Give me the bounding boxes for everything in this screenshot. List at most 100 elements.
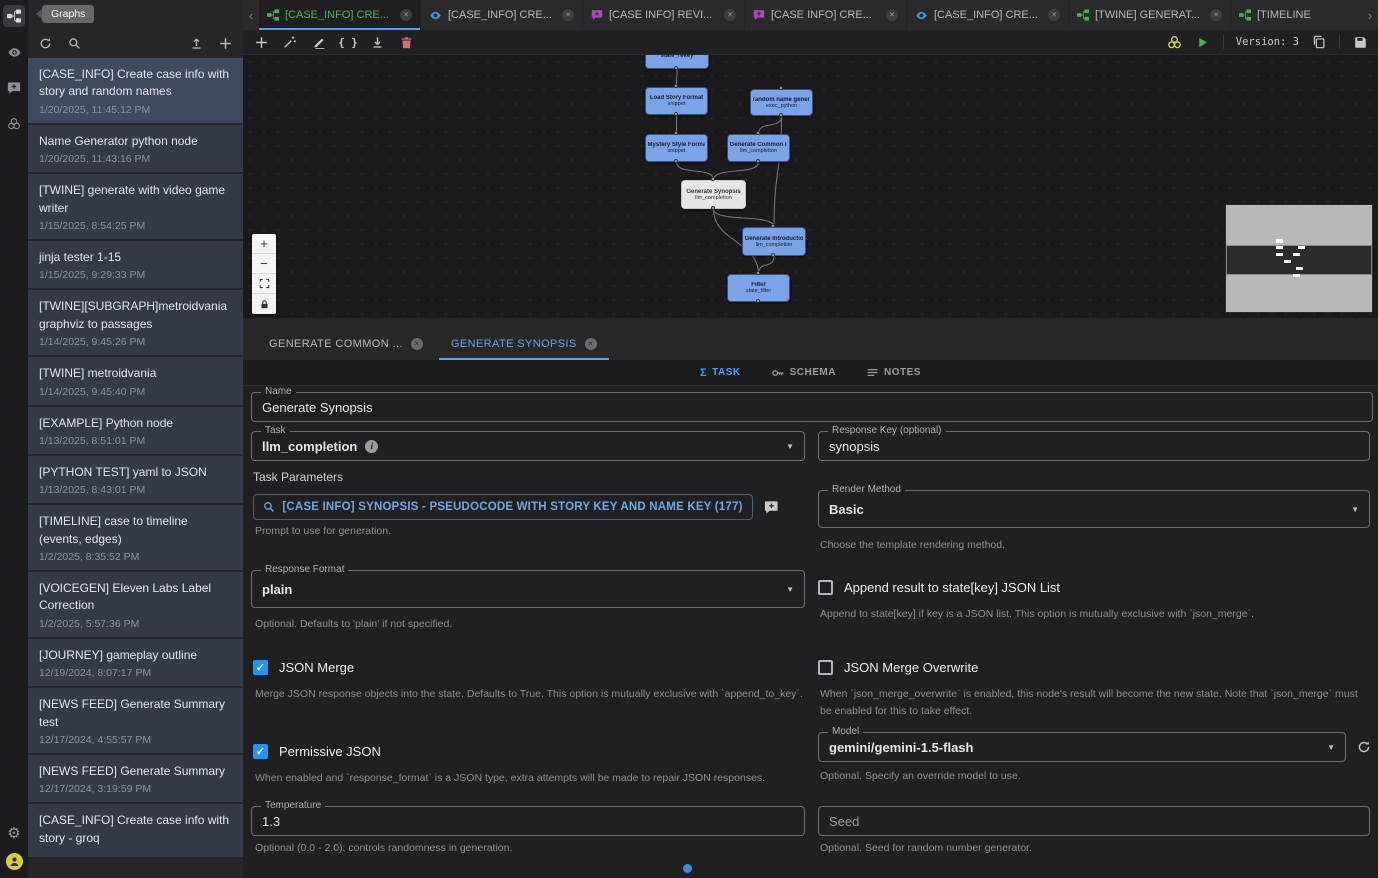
node-handle[interactable] [674, 84, 678, 88]
node-handle[interactable] [711, 177, 715, 181]
response-key-field[interactable]: Response Key (optional) synopsis [818, 431, 1370, 461]
graph-list-item[interactable]: [NEWS FEED] Generate Summary12/17/2024, … [28, 755, 243, 802]
close-icon[interactable]: ✕ [1048, 9, 1060, 21]
close-icon[interactable]: ✕ [562, 9, 574, 21]
document-tab[interactable]: [CASE_INFO] CRE...✕ [421, 0, 583, 30]
upload-icon[interactable] [189, 36, 204, 51]
minimap-viewport[interactable] [1226, 245, 1372, 275]
graph-list-item[interactable]: jinja tester 1-151/15/2025, 9:29:33 PM [28, 241, 243, 288]
download-icon[interactable] [369, 34, 385, 50]
document-tab[interactable]: [CASE INFO] CRE...✕ [745, 0, 907, 30]
graph-node[interactable]: Generate Synopsisllm_completion [681, 180, 746, 209]
add-node-icon[interactable] [253, 34, 269, 50]
document-tab[interactable]: [TWINE] GENERAT...✕ [1069, 0, 1231, 30]
graphviz-knot-icon[interactable] [1167, 34, 1183, 50]
graph-list-item[interactable]: [TWINE] generate with video game writer1… [28, 174, 243, 239]
response-format-select[interactable]: Response Format plain ▼ [251, 570, 805, 608]
node-tab[interactable]: GENERATE SYNOPSIS✕ [437, 328, 611, 360]
delete-trash-icon[interactable] [398, 34, 414, 50]
node-handle[interactable] [674, 112, 678, 116]
render-method-select[interactable]: Render Method Basic ▼ [818, 490, 1370, 528]
name-field[interactable]: Name Generate Synopsis [251, 392, 1373, 422]
minimap[interactable] [1226, 205, 1372, 312]
node-handle[interactable] [674, 159, 678, 163]
node-tab[interactable]: GENERATE COMMON ...✕ [255, 328, 437, 360]
auto-layout-wand-icon[interactable] [282, 34, 298, 50]
search-icon[interactable] [67, 36, 82, 51]
append-to-key-checkbox[interactable]: Append result to state[key] JSON List [818, 580, 1060, 595]
eye-nav-icon[interactable] [3, 41, 25, 63]
model-select[interactable]: Model gemini/gemini-1.5-flash ▼ [818, 732, 1346, 762]
knot-nav-icon[interactable] [3, 113, 25, 135]
settings-gear-icon[interactable]: ⚙ [7, 826, 20, 841]
close-icon[interactable]: ✕ [400, 9, 412, 21]
graph-node[interactable]: Load Story Formatsnippet [645, 87, 708, 115]
lock-button[interactable] [252, 294, 276, 314]
copy-icon[interactable] [1311, 34, 1327, 50]
save-icon[interactable] [1352, 34, 1368, 50]
graph-list-item[interactable]: [EXAMPLE] Python node1/13/2025, 8:51:01 … [28, 407, 243, 454]
tabs-scroll-right-icon[interactable]: › [1362, 0, 1378, 30]
tab-schema[interactable]: SCHEMA [771, 366, 836, 380]
scrollbar-thumb[interactable] [683, 864, 692, 873]
node-handle[interactable] [711, 206, 715, 210]
close-icon[interactable]: ✕ [724, 9, 736, 21]
graph-node[interactable]: Generate Common Infollm_completion [727, 134, 790, 162]
close-icon[interactable]: ✕ [411, 338, 423, 350]
node-handle[interactable] [779, 113, 783, 117]
account-avatar[interactable] [6, 853, 23, 870]
edit-pencil-icon[interactable] [311, 34, 327, 50]
task-select[interactable]: Task llm_completion i ▼ [251, 431, 805, 461]
node-handle[interactable] [756, 299, 760, 303]
fit-view-button[interactable] [252, 274, 276, 294]
add-prompt-icon[interactable] [763, 499, 780, 516]
prompt-select-button[interactable]: [CASE INFO] SYNOPSIS - PSEUDOCODE WITH S… [253, 494, 753, 520]
json-merge-checkbox[interactable]: ✓ JSON Merge [253, 660, 354, 675]
graph-list-item[interactable]: [PYTHON TEST] yaml to JSON1/13/2025, 8:4… [28, 456, 243, 503]
document-tab[interactable]: [CASE INFO] REVI...✕ [583, 0, 745, 30]
comment-add-nav-icon[interactable] [3, 77, 25, 99]
refresh-models-icon[interactable] [1355, 738, 1372, 755]
graph-list-item[interactable]: [CASE_INFO] Create case info with story … [28, 804, 243, 857]
tab-task[interactable]: Σ TASK [700, 367, 741, 379]
graph-node[interactable]: Filterstate_filter [727, 274, 790, 302]
temperature-field[interactable]: Temperature 1.3 [251, 806, 805, 836]
node-handle[interactable] [756, 159, 760, 163]
info-icon[interactable]: i [365, 440, 378, 453]
zoom-out-button[interactable]: − [252, 254, 276, 274]
close-icon[interactable]: ✕ [886, 9, 898, 21]
json-merge-overwrite-checkbox[interactable]: JSON Merge Overwrite [818, 660, 978, 675]
graph-node[interactable]: Mystery Style Format...snippet [645, 134, 708, 162]
document-tab[interactable]: [CASE_INFO] CRE...✕ [259, 0, 421, 30]
node-handle[interactable] [674, 131, 678, 135]
node-handle[interactable] [756, 271, 760, 275]
node-handle[interactable] [771, 224, 775, 228]
graph-canvas[interactable]: state_rekeyLoad Story Formatsnippetrando… [243, 55, 1378, 318]
document-tab[interactable]: [CASE_INFO] CRE...✕ [907, 0, 1069, 30]
graph-list-item[interactable]: Name Generator python node1/20/2025, 11:… [28, 125, 243, 172]
add-graph-icon[interactable] [218, 36, 233, 51]
node-handle[interactable] [756, 131, 760, 135]
graph-list-item[interactable]: [TWINE] metroidvania1/14/2025, 9:45:40 P… [28, 357, 243, 404]
permissive-json-checkbox[interactable]: ✓ Permissive JSON [253, 744, 381, 759]
graph-node[interactable]: Generate Introductionllm_completion [742, 227, 806, 256]
refresh-icon[interactable] [38, 36, 53, 51]
graph-list-item[interactable]: [TWINE][SUBGRAPH]metroidvania graphviz t… [28, 290, 243, 355]
graph-list-item[interactable]: [VOICEGEN] Eleven Labs Label Correction1… [28, 572, 243, 637]
tabs-scroll-left-icon[interactable]: ‹ [243, 0, 259, 30]
tab-notes[interactable]: NOTES [866, 366, 921, 379]
close-icon[interactable]: ✕ [585, 338, 597, 350]
close-icon[interactable]: ✕ [1210, 9, 1222, 21]
graph-list-item[interactable]: [CASE_INFO] Create case info with story … [28, 58, 243, 123]
node-handle[interactable] [771, 253, 775, 257]
node-handle[interactable] [674, 66, 678, 70]
seed-field[interactable]: Seed [818, 806, 1370, 836]
run-play-icon[interactable] [1195, 34, 1211, 50]
graph-list-item[interactable]: [NEWS FEED] Generate Summary test12/17/2… [28, 688, 243, 753]
node-handle[interactable] [779, 86, 783, 90]
graph-node[interactable]: random name genera...exec_python [750, 89, 813, 116]
document-tab[interactable]: [TIMELINE [1231, 0, 1378, 30]
graphs-nav-icon[interactable] [3, 5, 25, 27]
graph-list-item[interactable]: [TIMELINE] case to timeline (events, edg… [28, 505, 243, 570]
json-braces-icon[interactable]: { } [340, 34, 356, 50]
